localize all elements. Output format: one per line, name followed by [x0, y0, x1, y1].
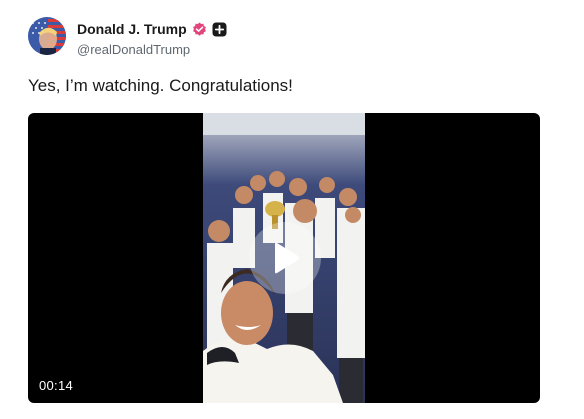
- verified-badge-icon: [192, 22, 207, 37]
- post-card: Donald J. Trump @realDonaldTrump Yes, I’…: [0, 0, 584, 419]
- author-avatar[interactable]: [28, 17, 66, 55]
- plus-badge-icon: [212, 22, 227, 37]
- video-player[interactable]: 00:14: [28, 113, 540, 403]
- play-button[interactable]: [249, 222, 321, 294]
- flag-avatar-icon: [28, 17, 66, 55]
- post-text: Yes, I’m watching. Congratulations!: [28, 76, 293, 95]
- author-display-name[interactable]: Donald J. Trump: [77, 21, 227, 37]
- author-name-text: Donald J. Trump: [77, 21, 187, 37]
- play-icon: [275, 242, 299, 274]
- author-handle[interactable]: @realDonaldTrump: [77, 42, 190, 57]
- video-duration: 00:14: [39, 378, 74, 393]
